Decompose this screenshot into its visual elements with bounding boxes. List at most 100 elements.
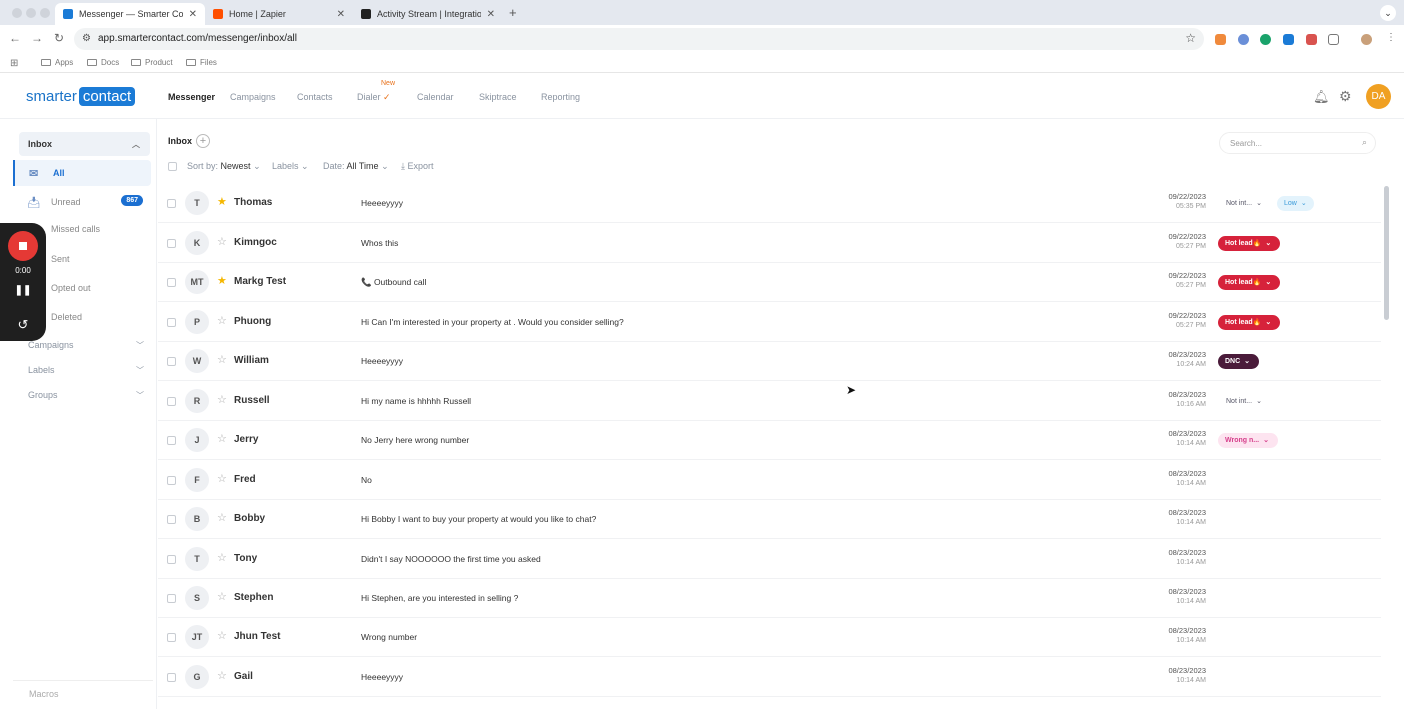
reload-icon[interactable]: ↻ [54, 31, 64, 45]
conversation-row[interactable]: P ☆ Phuong Hi Can I'm interested in your pr… [158, 303, 1381, 342]
contact-name[interactable]: Phuong [234, 316, 271, 327]
conversation-row[interactable]: S ☆ Stephen Hi Stephen, are you interested … [158, 579, 1381, 618]
status-tag[interactable]: Not int... ⌄ [1219, 196, 1269, 211]
message-preview[interactable]: 📞 Outbound call [361, 277, 426, 288]
conversation-row[interactable]: T ☆ Tony Didn't I say NOOOOOO the first tim… [158, 540, 1381, 579]
nav-campaigns[interactable]: Campaigns [230, 92, 276, 102]
nav-messenger[interactable]: Messenger [168, 92, 215, 102]
message-preview[interactable]: Hi my name is hhhhh Russell [361, 396, 471, 406]
star-icon[interactable]: ☆ [217, 433, 227, 445]
conversation-row[interactable]: T ★ Thomas Heeeeyyyy 09/22/2023 05:35 PM Not i… [158, 184, 1381, 223]
bookmark-star-icon[interactable]: ☆ [1185, 31, 1196, 45]
sidebar-group-groups[interactable]: Groups ﹀ [28, 390, 144, 400]
contact-name[interactable]: Stephen [234, 592, 273, 603]
row-checkbox[interactable] [167, 318, 176, 327]
select-all-checkbox[interactable] [168, 162, 177, 171]
labels-dropdown[interactable]: Labels ⌄ [272, 161, 309, 172]
nav-skiptrace[interactable]: Skiptrace [479, 92, 517, 102]
export-button[interactable]: ⤓ Export [401, 161, 434, 172]
row-checkbox[interactable] [167, 199, 176, 208]
star-icon[interactable]: ☆ [217, 473, 227, 485]
conversation-row[interactable]: G ☆ Gail Heeeeyyyy 08/23/2023 10:14 AM [158, 658, 1381, 697]
nav-dialer[interactable]: Dialer ✓ [357, 92, 391, 103]
sort-dropdown[interactable]: Sort by: Newest ⌄ [187, 161, 261, 172]
message-preview[interactable]: No [361, 475, 372, 485]
star-icon[interactable]: ☆ [217, 394, 227, 406]
window-minimize-control[interactable] [26, 8, 36, 18]
settings-gear-icon[interactable]: ⚙ [1339, 88, 1352, 105]
star-icon[interactable]: ☆ [217, 670, 227, 682]
site-info-icon[interactable]: ⚙ [82, 33, 91, 44]
address-bar[interactable]: ⚙ app.smartercontact.com/messenger/inbox… [74, 28, 1204, 50]
sidebar-group-campaigns[interactable]: Campaigns ﹀ [28, 340, 144, 350]
conversation-row[interactable]: B ☆ Bobby Hi Bobby I want to buy your prope… [158, 500, 1381, 539]
forward-arrow-icon[interactable]: → [31, 31, 43, 45]
message-preview[interactable]: Heeeeyyyy [361, 672, 403, 682]
row-checkbox[interactable] [167, 555, 176, 564]
contact-name[interactable]: Bobby [234, 513, 265, 524]
contact-name[interactable]: Jerry [234, 434, 258, 445]
close-tab-icon[interactable]: ✕ [487, 9, 495, 20]
contact-name[interactable]: William [234, 355, 269, 366]
search-input[interactable]: Search... ⌕ [1219, 132, 1376, 154]
contact-name[interactable]: Kimngoc [234, 237, 277, 248]
browser-tab-zapier[interactable]: Home | Zapier ✕ [205, 3, 353, 25]
back-arrow-icon[interactable]: ← [9, 31, 21, 45]
contact-name[interactable]: Russell [234, 395, 270, 406]
conversation-row[interactable]: W ☆ William Heeeeyyyy 08/23/2023 10:24 AM DNC ⌄ [158, 342, 1381, 381]
star-icon[interactable]: ☆ [217, 315, 227, 327]
status-tag[interactable]: Hot lead🔥 ⌄ [1218, 275, 1280, 290]
extensions-puzzle-icon[interactable] [1328, 34, 1339, 45]
contact-name[interactable]: Thomas [234, 197, 272, 208]
status-tag[interactable]: Wrong n... ⌄ [1218, 433, 1278, 448]
nav-calendar[interactable]: Calendar [417, 92, 454, 102]
row-checkbox[interactable] [167, 397, 176, 406]
row-checkbox[interactable] [167, 278, 176, 287]
message-preview[interactable]: No Jerry here wrong number [361, 435, 469, 445]
status-tag[interactable]: Hot lead🔥 ⌄ [1218, 315, 1280, 330]
row-checkbox[interactable] [167, 239, 176, 248]
sidebar-group-labels[interactable]: Labels ﹀ [28, 365, 144, 375]
contact-name[interactable]: Fred [234, 474, 256, 485]
message-preview[interactable]: Hi Bobby I want to buy your property at … [361, 514, 596, 524]
window-close-control[interactable] [12, 8, 22, 18]
bookmark-apps[interactable]: Apps [41, 58, 73, 67]
message-preview[interactable]: Hi Stephen, are you interested in sellin… [361, 593, 518, 603]
nav-reporting[interactable]: Reporting [541, 92, 580, 102]
row-checkbox[interactable] [167, 476, 176, 485]
contact-name[interactable]: Tony [234, 553, 257, 564]
browser-menu-icon[interactable]: ⋮ [1386, 32, 1396, 43]
star-icon[interactable]: ☆ [217, 512, 227, 524]
stop-recording-button[interactable] [8, 231, 38, 261]
close-tab-icon[interactable]: ✕ [337, 9, 345, 20]
star-icon[interactable]: ★ [217, 196, 227, 208]
smarter-contact-logo[interactable]: smarter contact [26, 87, 136, 106]
pause-icon[interactable]: ❚❚ [0, 285, 46, 296]
star-icon[interactable]: ★ [217, 275, 227, 287]
message-preview[interactable]: Didn't I say NOOOOOO the first time you … [361, 554, 541, 564]
row-checkbox[interactable] [167, 357, 176, 366]
row-checkbox[interactable] [167, 673, 176, 682]
conversation-row[interactable]: J ☆ Jerry No Jerry here wrong number 08/23/2… [158, 421, 1381, 460]
apps-grid-icon[interactable]: ⊞ [10, 58, 18, 69]
extension-rss-icon[interactable] [1215, 34, 1226, 45]
bookmark-product[interactable]: Product [131, 58, 173, 67]
profile-avatar-icon[interactable] [1361, 34, 1372, 45]
star-icon[interactable]: ☆ [217, 591, 227, 603]
nav-contacts[interactable]: Contacts [297, 92, 333, 102]
contact-name[interactable]: Jhun Test [234, 631, 280, 642]
conversation-row[interactable]: MT ★ Markg Test 📞 Outbound call 09/22/2023 05… [158, 263, 1381, 302]
date-dropdown[interactable]: Date: All Time ⌄ [323, 161, 389, 172]
conversation-row[interactable]: K ☆ Kimngoc Whos this 09/22/2023 05:27 PM Hot … [158, 224, 1381, 263]
macros-link[interactable]: Macros [13, 680, 153, 699]
star-icon[interactable]: ☆ [217, 630, 227, 642]
new-tab-button[interactable]: + [509, 5, 517, 20]
contact-name[interactable]: Gail [234, 671, 253, 682]
conversation-row[interactable]: F ☆ Fred No 08/23/2023 10:14 AM [158, 461, 1381, 500]
browser-tab-activity-stream[interactable]: Activity Stream | Integration ✕ [353, 3, 503, 25]
row-checkbox[interactable] [167, 436, 176, 445]
restart-recording-icon[interactable]: ↺ [0, 317, 46, 333]
star-icon[interactable]: ☆ [217, 552, 227, 564]
extension-a-icon[interactable] [1238, 34, 1249, 45]
browser-tab-messenger[interactable]: Messenger — Smarter Conta ✕ [55, 3, 205, 25]
